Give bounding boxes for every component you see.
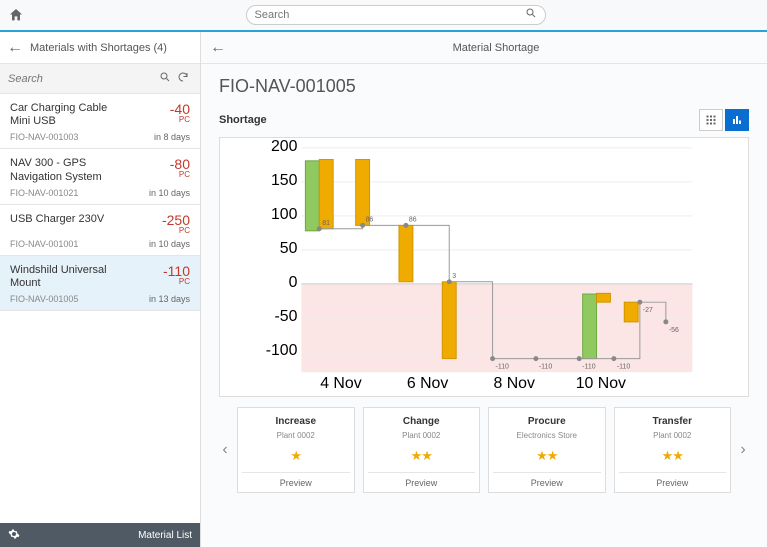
svg-text:6 Nov: 6 Nov — [407, 375, 448, 392]
action-card[interactable]: Change Plant 0002 ★★ Preview — [363, 407, 481, 493]
detail-title: Material Shortage — [233, 42, 759, 54]
footer-link[interactable]: Material List — [138, 530, 192, 541]
card-title: Procure — [528, 416, 566, 427]
search-icon[interactable] — [525, 6, 537, 24]
action-card[interactable]: Procure Electronics Store ★★ Preview — [488, 407, 606, 493]
card-subtitle: Electronics Store — [517, 431, 577, 440]
svg-text:86: 86 — [366, 216, 374, 223]
svg-text:81: 81 — [322, 220, 330, 227]
item-qty: -250PC — [162, 213, 190, 235]
list-item[interactable]: Car Charging Cable Mini USB -40PC FIO-NAV-… — [0, 94, 200, 149]
view-toggle — [699, 109, 749, 131]
chart-view-button[interactable] — [725, 109, 749, 131]
material-id: FIO-NAV-001005 — [219, 76, 749, 97]
preview-button[interactable]: Preview — [619, 472, 727, 492]
list-search-bar — [0, 64, 200, 94]
svg-text:0: 0 — [289, 274, 298, 291]
detail-header: ← Material Shortage — [201, 32, 767, 64]
chevron-left-icon[interactable]: ‹ — [219, 441, 231, 459]
detail-panel: ← Material Shortage FIO-NAV-001005 Short… — [201, 32, 767, 547]
card-stars: ★ — [290, 448, 301, 464]
svg-text:-110: -110 — [617, 364, 631, 371]
card-title: Transfer — [653, 416, 692, 427]
preview-button[interactable]: Preview — [368, 472, 476, 492]
preview-button[interactable]: Preview — [242, 472, 350, 492]
item-id: FIO-NAV-001001 — [10, 239, 78, 249]
back-icon[interactable]: ← — [6, 39, 24, 57]
card-stars: ★★ — [536, 448, 557, 464]
item-name: USB Charger 230V — [10, 213, 104, 226]
svg-text:150: 150 — [271, 172, 298, 189]
top-bar — [0, 0, 767, 32]
item-qty: -110PC — [163, 264, 190, 286]
list-search-input[interactable] — [8, 73, 156, 85]
svg-text:4 Nov: 4 Nov — [320, 375, 361, 392]
card-subtitle: Plant 0002 — [402, 431, 440, 440]
global-search-input[interactable] — [255, 9, 525, 21]
item-qty: -80PC — [170, 157, 190, 179]
card-subtitle: Plant 0002 — [653, 431, 691, 440]
item-due: in 10 days — [149, 239, 190, 249]
item-name: Windshild Universal Mount — [10, 264, 130, 290]
list-item[interactable]: USB Charger 230V -250PC FIO-NAV-001001 in 1… — [0, 205, 200, 256]
section-label: Shortage — [219, 114, 267, 126]
action-cards: Increase Plant 0002 ★ Preview Change Plant 00… — [237, 407, 731, 493]
shortage-chart: -100 -50 0 50 100 150 200 4 Nov 6 Nov 8 Nov 10 Nov… — [219, 137, 749, 397]
global-search[interactable] — [246, 5, 546, 25]
table-view-button[interactable] — [699, 109, 723, 131]
card-subtitle: Plant 0002 — [277, 431, 315, 440]
svg-text:50: 50 — [280, 240, 298, 257]
list-items: Car Charging Cable Mini USB -40PC FIO-NAV-… — [0, 94, 200, 523]
back-icon[interactable]: ← — [209, 39, 227, 57]
search-icon[interactable] — [156, 71, 174, 86]
svg-text:-56: -56 — [669, 327, 679, 334]
svg-text:-50: -50 — [275, 308, 298, 325]
svg-text:200: 200 — [271, 138, 298, 155]
list-item[interactable]: NAV 300 - GPS Navigation System -80PC FIO-… — [0, 149, 200, 204]
list-title: Materials with Shortages (4) — [30, 42, 167, 54]
action-card[interactable]: Transfer Plant 0002 ★★ Preview — [614, 407, 732, 493]
svg-text:10 Nov: 10 Nov — [576, 375, 626, 392]
svg-text:100: 100 — [271, 206, 298, 223]
list-header: ← Materials with Shortages (4) — [0, 32, 200, 64]
item-due: in 13 days — [149, 294, 190, 304]
list-item[interactable]: Windshild Universal Mount -110PC FIO-NAV-0… — [0, 256, 200, 311]
svg-text:-110: -110 — [539, 364, 553, 371]
item-name: NAV 300 - GPS Navigation System — [10, 157, 130, 183]
item-id: FIO-NAV-001021 — [10, 188, 78, 198]
refresh-icon[interactable] — [174, 71, 192, 86]
chevron-right-icon[interactable]: › — [737, 441, 749, 459]
gear-icon[interactable] — [8, 528, 20, 543]
item-name: Car Charging Cable Mini USB — [10, 102, 130, 128]
svg-text:-110: -110 — [496, 364, 510, 371]
svg-text:86: 86 — [409, 216, 417, 223]
svg-text:-100: -100 — [266, 342, 298, 359]
home-icon[interactable] — [8, 7, 24, 23]
item-due: in 8 days — [154, 132, 190, 142]
card-title: Increase — [275, 416, 316, 427]
svg-text:3: 3 — [452, 273, 456, 280]
item-due: in 10 days — [149, 188, 190, 198]
svg-text:8 Nov: 8 Nov — [494, 375, 535, 392]
svg-text:-110: -110 — [582, 364, 596, 371]
card-stars: ★★ — [662, 448, 683, 464]
item-id: FIO-NAV-001003 — [10, 132, 78, 142]
list-footer: Material List — [0, 523, 200, 547]
card-title: Change — [403, 416, 440, 427]
card-stars: ★★ — [411, 448, 432, 464]
item-id: FIO-NAV-001005 — [10, 294, 78, 304]
svg-text:-27: -27 — [643, 307, 653, 314]
action-card[interactable]: Increase Plant 0002 ★ Preview — [237, 407, 355, 493]
list-panel: ← Materials with Shortages (4) Car Charg… — [0, 32, 201, 547]
preview-button[interactable]: Preview — [493, 472, 601, 492]
item-qty: -40PC — [170, 102, 190, 124]
